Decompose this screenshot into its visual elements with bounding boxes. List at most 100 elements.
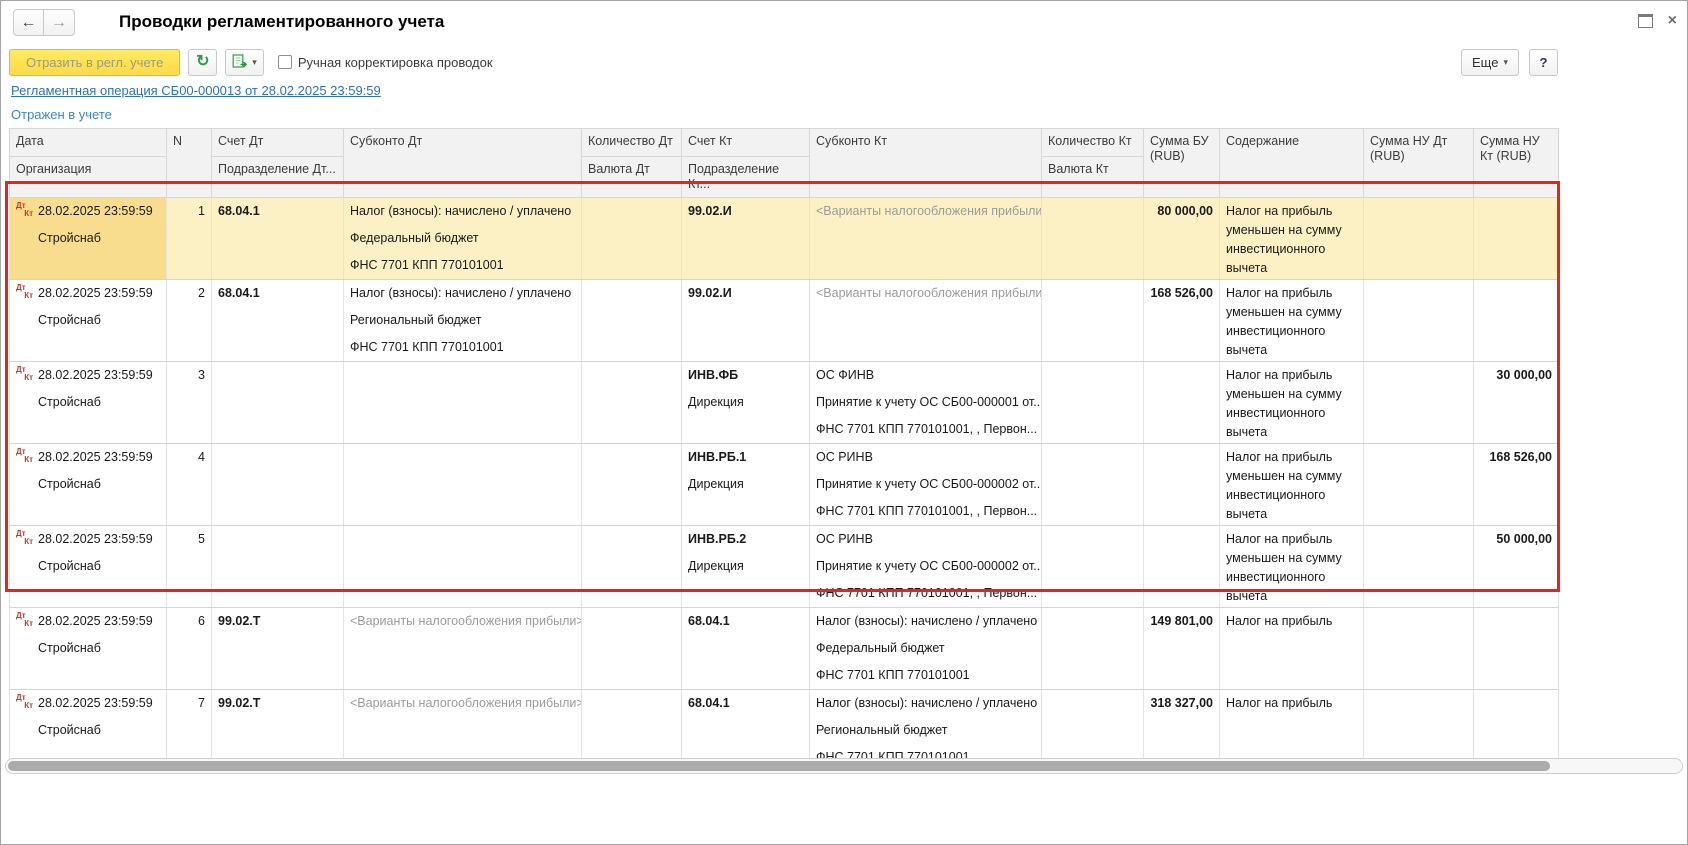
cell-sum-bu[interactable]: 80 000,00 bbox=[1144, 198, 1220, 280]
table-row[interactable]: ДтКт28.02.2025 23:59:59Стройснаб3 ИНВ.ФБД… bbox=[10, 362, 1559, 444]
cell-sum-nu-kt[interactable]: 30 000,00 bbox=[1474, 362, 1559, 444]
cell-debit-subconto[interactable]: Налог (взносы): начислено / уплаченоРеги… bbox=[344, 280, 582, 362]
cell-sum-nu-kt[interactable]: 50 000,00 bbox=[1474, 526, 1559, 608]
show-postings-button[interactable]: ▾ bbox=[225, 49, 264, 76]
cell-sum-bu[interactable] bbox=[1144, 526, 1220, 608]
cell-sum-nu-dt[interactable] bbox=[1364, 280, 1474, 362]
table-row[interactable]: ДтКт28.02.2025 23:59:59Стройснаб168.04.1… bbox=[10, 198, 1559, 280]
col-header-credit-account[interactable]: Счет Кт bbox=[682, 129, 810, 157]
cell-date[interactable]: ДтКт28.02.2025 23:59:59Стройснаб bbox=[10, 526, 167, 608]
cell-sum-nu-kt[interactable]: 168 526,00 bbox=[1474, 444, 1559, 526]
cell-n[interactable]: 6 bbox=[167, 608, 212, 690]
cell-n[interactable]: 1 bbox=[167, 198, 212, 280]
cell-credit-account[interactable]: ИНВ.РБ.2Дирекция bbox=[682, 526, 810, 608]
col-header-date[interactable]: Дата bbox=[10, 129, 167, 157]
cell-sum-nu-dt[interactable] bbox=[1364, 362, 1474, 444]
cell-credit-subconto[interactable]: ОС РИНВПринятие к учету ОС СБ00-000002 о… bbox=[810, 526, 1042, 608]
cell-credit-qty[interactable] bbox=[1042, 444, 1144, 526]
more-button[interactable]: Еще ▾ bbox=[1461, 49, 1519, 76]
cell-debit-qty[interactable] bbox=[582, 362, 682, 444]
horizontal-scrollbar[interactable] bbox=[5, 758, 1683, 774]
reflect-in-accounting-button[interactable]: Отразить в регл. учете bbox=[9, 49, 180, 76]
cell-debit-subconto[interactable]: <Варианты налогообложения прибыли> bbox=[344, 608, 582, 690]
cell-content[interactable]: Налог на прибыль уменьшен на сумму инвес… bbox=[1220, 526, 1364, 608]
table-row[interactable]: ДтКт28.02.2025 23:59:59Стройснаб4 ИНВ.РБ.… bbox=[10, 444, 1559, 526]
table-row[interactable]: ДтКт28.02.2025 23:59:59Стройснаб5 ИНВ.РБ.… bbox=[10, 526, 1559, 608]
col-header-n[interactable]: N bbox=[167, 129, 212, 198]
cell-sum-bu[interactable]: 149 801,00 bbox=[1144, 608, 1220, 690]
cell-credit-account[interactable]: ИНВ.РБ.1Дирекция bbox=[682, 444, 810, 526]
regulated-operation-link[interactable]: Регламентная операция СБ00-000013 от 28.… bbox=[11, 83, 381, 98]
col-header-debit-subdivision[interactable]: Подразделение Дт... bbox=[212, 157, 344, 198]
cell-sum-nu-dt[interactable] bbox=[1364, 608, 1474, 690]
cell-debit-account[interactable] bbox=[212, 444, 344, 526]
manual-adjustment-checkbox[interactable] bbox=[278, 55, 292, 69]
cell-debit-subconto[interactable] bbox=[344, 526, 582, 608]
cell-sum-bu[interactable] bbox=[1144, 362, 1220, 444]
forward-button[interactable]: → bbox=[44, 9, 75, 36]
cell-debit-account[interactable] bbox=[212, 362, 344, 444]
col-header-debit-currency[interactable]: Валюта Дт bbox=[582, 157, 682, 198]
cell-debit-qty[interactable] bbox=[582, 444, 682, 526]
cell-content[interactable]: Налог на прибыль bbox=[1220, 608, 1364, 690]
col-header-org[interactable]: Организация bbox=[10, 157, 167, 198]
cell-sum-nu-kt[interactable] bbox=[1474, 280, 1559, 362]
cell-n[interactable]: 2 bbox=[167, 280, 212, 362]
cell-debit-qty[interactable] bbox=[582, 526, 682, 608]
cell-credit-subconto[interactable]: Налог (взносы): начислено / уплаченоФеде… bbox=[810, 608, 1042, 690]
col-header-sum-nu-dt[interactable]: Сумма НУ Дт (RUB) bbox=[1364, 129, 1474, 198]
cell-debit-qty[interactable] bbox=[582, 280, 682, 362]
cell-credit-account[interactable]: 99.02.И bbox=[682, 280, 810, 362]
cell-sum-bu[interactable] bbox=[1144, 444, 1220, 526]
cell-credit-qty[interactable] bbox=[1042, 362, 1144, 444]
cell-n[interactable]: 4 bbox=[167, 444, 212, 526]
cell-debit-qty[interactable] bbox=[582, 608, 682, 690]
cell-content[interactable]: Налог на прибыль уменьшен на сумму инвес… bbox=[1220, 198, 1364, 280]
cell-content[interactable]: Налог на прибыль уменьшен на сумму инвес… bbox=[1220, 444, 1364, 526]
cell-sum-bu[interactable]: 168 526,00 bbox=[1144, 280, 1220, 362]
detach-window-icon[interactable] bbox=[1638, 14, 1653, 28]
cell-debit-account[interactable]: 99.02.Т bbox=[212, 608, 344, 690]
help-button[interactable]: ? bbox=[1529, 49, 1558, 76]
col-header-credit-subconto[interactable]: Субконто Кт bbox=[810, 129, 1042, 198]
cell-credit-qty[interactable] bbox=[1042, 526, 1144, 608]
table-row[interactable]: ДтКт28.02.2025 23:59:59Стройснаб268.04.1… bbox=[10, 280, 1559, 362]
cell-debit-account[interactable]: 68.04.1 bbox=[212, 280, 344, 362]
col-header-sum-bu[interactable]: Сумма БУ (RUB) bbox=[1144, 129, 1220, 198]
reflected-status-link[interactable]: Отражен в учете bbox=[11, 107, 112, 122]
cell-sum-nu-dt[interactable] bbox=[1364, 526, 1474, 608]
cell-n[interactable]: 3 bbox=[167, 362, 212, 444]
cell-date[interactable]: ДтКт28.02.2025 23:59:59Стройснаб bbox=[10, 280, 167, 362]
cell-credit-qty[interactable] bbox=[1042, 198, 1144, 280]
cell-credit-subconto[interactable]: <Варианты налогообложения прибыли> bbox=[810, 280, 1042, 362]
col-header-credit-qty[interactable]: Количество Кт bbox=[1042, 129, 1144, 157]
cell-debit-subconto[interactable]: Налог (взносы): начислено / уплаченоФеде… bbox=[344, 198, 582, 280]
cell-date[interactable]: ДтКт28.02.2025 23:59:59Стройснаб bbox=[10, 362, 167, 444]
cell-debit-subconto[interactable] bbox=[344, 444, 582, 526]
cell-sum-nu-dt[interactable] bbox=[1364, 444, 1474, 526]
cell-sum-nu-kt[interactable] bbox=[1474, 198, 1559, 280]
table-row[interactable]: ДтКт28.02.2025 23:59:59Стройснаб699.02.Т… bbox=[10, 608, 1559, 690]
cell-debit-account[interactable] bbox=[212, 526, 344, 608]
cell-debit-account[interactable]: 68.04.1 bbox=[212, 198, 344, 280]
cell-sum-nu-kt[interactable] bbox=[1474, 608, 1559, 690]
back-button[interactable]: ← bbox=[13, 9, 44, 36]
cell-date[interactable]: ДтКт28.02.2025 23:59:59Стройснаб bbox=[10, 198, 167, 280]
col-header-sum-nu-kt[interactable]: Сумма НУ Кт (RUB) bbox=[1474, 129, 1559, 198]
cell-debit-qty[interactable] bbox=[582, 198, 682, 280]
col-header-debit-account[interactable]: Счет Дт bbox=[212, 129, 344, 157]
col-header-credit-subdivision[interactable]: Подразделение Кт... bbox=[682, 157, 810, 198]
col-header-content[interactable]: Содержание bbox=[1220, 129, 1364, 198]
refresh-button[interactable]: ↻ bbox=[188, 49, 217, 76]
cell-content[interactable]: Налог на прибыль уменьшен на сумму инвес… bbox=[1220, 362, 1364, 444]
cell-credit-account[interactable]: ИНВ.ФБДирекция bbox=[682, 362, 810, 444]
col-header-debit-qty[interactable]: Количество Дт bbox=[582, 129, 682, 157]
cell-credit-account[interactable]: 68.04.1 bbox=[682, 608, 810, 690]
cell-date[interactable]: ДтКт28.02.2025 23:59:59Стройснаб bbox=[10, 444, 167, 526]
cell-credit-qty[interactable] bbox=[1042, 608, 1144, 690]
horizontal-scrollbar-thumb[interactable] bbox=[8, 761, 1550, 771]
cell-n[interactable]: 5 bbox=[167, 526, 212, 608]
cell-credit-account[interactable]: 99.02.И bbox=[682, 198, 810, 280]
cell-date[interactable]: ДтКт28.02.2025 23:59:59Стройснаб bbox=[10, 608, 167, 690]
cell-content[interactable]: Налог на прибыль уменьшен на сумму инвес… bbox=[1220, 280, 1364, 362]
